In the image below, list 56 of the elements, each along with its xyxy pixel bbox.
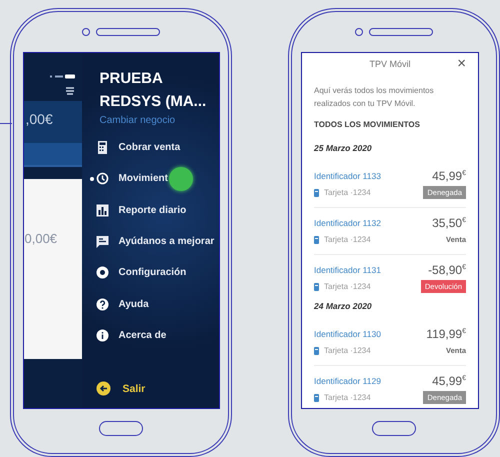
bar-chart-icon bbox=[96, 204, 108, 217]
home-button[interactable] bbox=[372, 420, 416, 436]
section-heading: TODOS LOS MOVIMIENTOS bbox=[314, 120, 421, 129]
amount-text: 45,99$^{€}$ bbox=[431, 374, 466, 388]
close-button[interactable]: × bbox=[457, 56, 466, 71]
card-icon bbox=[314, 188, 319, 196]
screen-title: TPV Móvil bbox=[369, 59, 410, 69]
menu-item[interactable]: Acerca de bbox=[90, 320, 214, 352]
card-text: Tarjeta ·1234 bbox=[324, 188, 371, 197]
menu-item[interactable]: Ayúdanos a mejorar bbox=[90, 226, 214, 258]
calculator-icon bbox=[96, 141, 108, 154]
menu-icon bbox=[66, 87, 74, 95]
change-business-link[interactable]: Cambiar negocio bbox=[100, 115, 214, 126]
clock-icon bbox=[96, 172, 108, 186]
help-icon bbox=[96, 298, 108, 311]
logout-item[interactable]: Salir bbox=[96, 381, 214, 396]
menu-item[interactable]: Ayuda bbox=[90, 288, 214, 320]
info-icon bbox=[96, 328, 108, 342]
card-icon bbox=[314, 394, 319, 402]
menu-item[interactable]: Configuración bbox=[90, 257, 214, 288]
transaction-link[interactable]: Identificador 1131 bbox=[314, 265, 421, 275]
camera-icon bbox=[82, 28, 90, 36]
amount-text: 119,99$^{€}$ bbox=[426, 327, 466, 341]
amount-text: -58,90$^{€}$ bbox=[427, 263, 466, 277]
status-icons bbox=[50, 74, 76, 79]
amount-text: ,00€ bbox=[24, 110, 54, 129]
camera-icon bbox=[355, 28, 363, 36]
gear-icon bbox=[96, 266, 108, 280]
amount-text: 35,50$^{€}$ bbox=[432, 216, 466, 230]
intro-text: Aquí verás todos los movimientos realizados con tu TPV Móvil. bbox=[314, 85, 435, 110]
transaction-link[interactable]: Identificador 1130 bbox=[314, 329, 426, 339]
transaction-link[interactable]: Identificador 1129 bbox=[314, 376, 424, 386]
speaker-icon bbox=[96, 28, 160, 36]
card-text: Tarjeta ·1234 bbox=[324, 346, 371, 355]
date-heading: 25 Marzo 2020 bbox=[314, 143, 373, 153]
menu-item[interactable]: Movimient bbox=[90, 163, 214, 195]
amount-text: 45,99$^{€}$ bbox=[431, 169, 466, 183]
card-text: Tarjeta ·1234 bbox=[324, 235, 371, 244]
speaker-icon bbox=[369, 28, 433, 36]
card-icon bbox=[314, 346, 319, 354]
card-text: Tarjeta ·1234 bbox=[324, 393, 371, 402]
touch-indicator bbox=[168, 166, 193, 191]
message-icon bbox=[96, 235, 108, 248]
home-button[interactable] bbox=[99, 420, 143, 436]
card-text: Tarjeta ·1234 bbox=[324, 282, 371, 291]
input-field[interactable] bbox=[24, 143, 82, 167]
card-icon bbox=[314, 236, 319, 244]
business-name: PRUEBA REDSYS (MA... bbox=[100, 69, 208, 112]
transaction-link[interactable]: Identificador 1132 bbox=[314, 218, 432, 228]
menu-item[interactable]: Reporte diario bbox=[90, 194, 214, 226]
amount-text: 0,00€ bbox=[24, 230, 58, 246]
date-heading: 24 Marzo 2020 bbox=[314, 301, 373, 311]
card-icon bbox=[314, 282, 319, 290]
menu-item[interactable]: Cobrar venta bbox=[90, 132, 214, 164]
transaction-link[interactable]: Identificador 1133 bbox=[314, 171, 424, 181]
logout-icon bbox=[96, 381, 110, 396]
